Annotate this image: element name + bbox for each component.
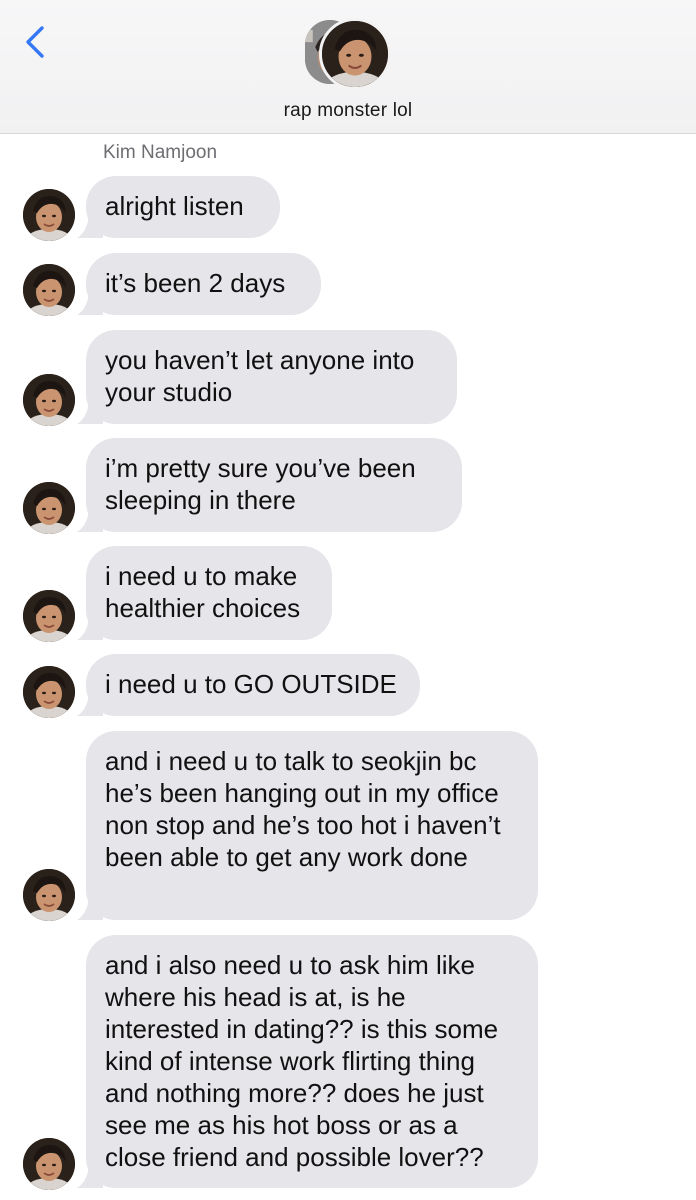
back-button[interactable] <box>18 22 54 62</box>
chevron-left-icon <box>26 26 44 58</box>
message-bubble[interactable]: it’s been 2 days <box>77 253 321 315</box>
contact-name[interactable]: rap monster lol <box>0 100 696 122</box>
avatar[interactable] <box>23 590 75 642</box>
message-bubble[interactable]: and i also need u to ask him like where … <box>77 935 538 1188</box>
message-bubble[interactable]: i need u to make healthier choices <box>77 546 332 640</box>
message-text: i’m pretty sure you’ve been sleeping in … <box>105 453 416 515</box>
message-bubble[interactable]: you haven’t let anyone into your studio <box>77 330 457 424</box>
avatar[interactable] <box>23 374 75 426</box>
avatar[interactable] <box>23 1138 75 1190</box>
message-bubble[interactable]: i need u to GO OUTSIDE <box>77 654 420 716</box>
contact-avatar-stack[interactable] <box>305 18 395 90</box>
message-bubble[interactable]: alright listen <box>77 176 280 238</box>
message-bubble[interactable]: i’m pretty sure you’ve been sleeping in … <box>77 438 462 532</box>
message-bubble[interactable]: and i need u to talk to seokjin bc he’s … <box>77 731 538 920</box>
contact-avatar <box>319 18 391 90</box>
message-text: i need u to GO OUTSIDE <box>105 669 397 699</box>
avatar[interactable] <box>23 482 75 534</box>
message-text: and i also need u to ask him like where … <box>105 950 499 1172</box>
message-text: i need u to make healthier choices <box>105 561 301 623</box>
conversation-header: rap monster lol <box>0 0 696 134</box>
avatar[interactable] <box>23 189 75 241</box>
avatar[interactable] <box>23 869 75 921</box>
sender-name: Kim Namjoon <box>103 142 218 163</box>
message-text: you haven’t let anyone into your studio <box>105 345 415 407</box>
message-text: it’s been 2 days <box>105 268 286 298</box>
avatar[interactable] <box>23 666 75 718</box>
message-text: alright listen <box>105 191 244 221</box>
message-text: and i need u to talk to seokjin bc he’s … <box>105 746 501 872</box>
avatar[interactable] <box>23 264 75 316</box>
